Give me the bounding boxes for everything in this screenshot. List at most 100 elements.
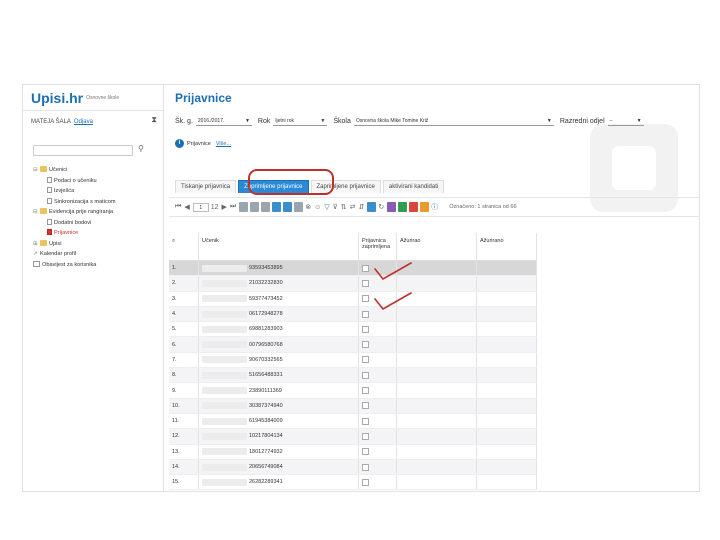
received-checkbox[interactable]	[362, 325, 369, 333]
collapse-icon[interactable]: ⧗	[151, 115, 157, 125]
sidebar-item-kalendar[interactable]: ↗ Kalendar profil	[33, 249, 168, 260]
first-page-icon[interactable]: ⏮	[175, 203, 181, 211]
app-logo[interactable]: Upisi.hr	[31, 90, 83, 106]
delete-icon[interactable]	[294, 202, 304, 212]
column-header-azurirao[interactable]: Ažurirao	[397, 233, 477, 260]
last-page-icon[interactable]: ⏭	[230, 203, 236, 211]
filter-icon[interactable]: ▽	[324, 203, 329, 211]
grid-icon[interactable]	[367, 202, 377, 212]
help-icon[interactable]: ⓘ	[431, 202, 438, 212]
pdf-export-icon[interactable]	[409, 202, 419, 212]
document-edit-icon[interactable]	[283, 202, 293, 212]
student-cell[interactable]: 59377473452	[199, 291, 359, 306]
received-checkbox[interactable]	[362, 448, 369, 456]
tab-tiskanje[interactable]: Tiskanje prijavnica	[175, 180, 237, 193]
student-cell[interactable]: 51656488331	[199, 368, 359, 383]
received-checkbox[interactable]	[362, 264, 369, 272]
received-checkbox[interactable]	[362, 279, 369, 287]
student-cell[interactable]: 21032232830	[199, 276, 359, 291]
student-cell[interactable]: 93593453895	[199, 261, 359, 276]
clear-filter-icon[interactable]: ⊽	[333, 203, 338, 211]
table-row[interactable]: 6. 00796580768	[169, 337, 537, 353]
table-row[interactable]: 4. 06172948278	[169, 306, 537, 323]
sidebar-item-obavijest[interactable]: Obavijest za korisnika	[33, 260, 168, 271]
excel-export-icon[interactable]	[398, 202, 408, 212]
student-cell[interactable]: 06172948278	[199, 306, 359, 322]
page-number-input[interactable]: 1	[192, 202, 209, 212]
received-checkbox[interactable]	[362, 310, 369, 318]
received-checkbox[interactable]	[362, 356, 369, 364]
refresh-icon[interactable]: ↻	[378, 203, 384, 211]
document-icon[interactable]	[272, 202, 282, 212]
info-more-link[interactable]: Više...	[216, 141, 231, 147]
table-row[interactable]: 8. 51656488331	[169, 368, 537, 384]
student-cell[interactable]: 23890111369	[199, 383, 359, 398]
sidebar-search-input[interactable]	[33, 145, 133, 156]
student-cell[interactable]: 30387374940	[199, 398, 359, 413]
table-row[interactable]: 11. 61945384009	[169, 413, 537, 430]
sort-icon[interactable]: ⇅	[341, 203, 347, 211]
save-all-icon[interactable]	[250, 202, 260, 212]
received-checkbox[interactable]	[362, 478, 369, 486]
sidebar-item-ucenici[interactable]: ⊟ Učenici	[33, 165, 168, 176]
sidebar-item-sinkronizacija[interactable]: Sinkronizacija s maticom	[33, 197, 168, 208]
student-cell[interactable]: 18012774932	[199, 444, 359, 459]
column-search-header[interactable]: ⌕	[169, 233, 199, 260]
student-cell[interactable]: 26282289341	[199, 475, 359, 490]
emoji-icon[interactable]: ☺	[314, 204, 321, 211]
received-checkbox[interactable]	[362, 295, 369, 303]
school-year-select[interactable]: 2016./2017. ▼	[195, 116, 252, 126]
prev-page-icon[interactable]: ◀	[184, 203, 189, 211]
student-cell[interactable]: 69881283903	[199, 322, 359, 337]
tab-aktivirani[interactable]: aktivirani kandidati	[382, 180, 445, 193]
column-header-ucenik[interactable]: Učenik	[199, 233, 359, 260]
received-checkbox[interactable]	[362, 387, 369, 395]
next-page-icon[interactable]: ▶	[222, 203, 227, 211]
print-icon[interactable]	[261, 202, 271, 212]
student-cell[interactable]: 90670332565	[199, 352, 359, 368]
term-select[interactable]: ljetni rok ▼	[273, 116, 328, 126]
expand-toggle-icon[interactable]: ⊞	[33, 239, 40, 250]
student-cell[interactable]: 10217804134	[199, 429, 359, 444]
received-checkbox[interactable]	[362, 402, 369, 410]
table-row[interactable]: 7. 90670332565	[169, 352, 537, 369]
table-row[interactable]: 9. 23890111369	[169, 383, 537, 399]
expand-toggle-icon[interactable]: ⊟	[33, 165, 40, 176]
received-checkbox[interactable]	[362, 463, 369, 471]
student-cell[interactable]: 20656749084	[199, 459, 359, 475]
table-row[interactable]: 2. 21032232830	[169, 276, 537, 292]
sort-columns-icon[interactable]: ⇵	[359, 203, 365, 211]
column-header-prijavnica[interactable]: Prijavnica zaprimljena	[359, 233, 397, 260]
table-row[interactable]: 10. 30387374940	[169, 398, 537, 414]
swap-icon[interactable]: ⇄	[350, 203, 356, 211]
table-row[interactable]: 3. 59377473452	[169, 291, 537, 307]
export-icon[interactable]	[420, 202, 430, 212]
school-select[interactable]: Osnovna škola Mike Tomine Križ ▼	[353, 116, 554, 126]
received-checkbox[interactable]	[362, 371, 369, 379]
table-row[interactable]: 15. 26282289341	[169, 475, 537, 491]
group-icon[interactable]	[387, 202, 397, 212]
table-row[interactable]: 1. 93593453895	[169, 261, 537, 277]
sidebar-item-evidencija[interactable]: ⊟ Evidencija prije rangiranja	[33, 207, 168, 218]
table-row[interactable]: 5. 69881283903	[169, 322, 537, 338]
student-cell[interactable]: 00796580768	[199, 337, 359, 352]
column-header-azurirano[interactable]: Ažurirano	[477, 233, 537, 260]
table-row[interactable]: 13. 18012774932	[169, 444, 537, 460]
expand-toggle-icon[interactable]: ⊟	[33, 207, 40, 218]
sidebar-item-dodatni-bodovi[interactable]: Dodatni bodovi	[33, 218, 168, 229]
student-cell[interactable]: 61945384009	[199, 413, 359, 429]
sidebar-item-upisi[interactable]: ⊞ Upisi	[33, 239, 168, 250]
sidebar-item-izvjesca[interactable]: Izvješća	[33, 186, 168, 197]
table-row[interactable]: 14. 20656749084	[169, 459, 537, 476]
received-checkbox[interactable]	[362, 341, 369, 349]
received-checkbox[interactable]	[362, 432, 369, 440]
class-select[interactable]: – ▼	[607, 116, 644, 126]
sidebar-item-prijavnice[interactable]: Prijavnice	[33, 228, 168, 239]
table-row[interactable]: 12. 10217804134	[169, 429, 537, 445]
logout-link[interactable]: Odjava	[74, 119, 93, 125]
save-icon[interactable]	[239, 202, 249, 212]
sidebar-item-podaci[interactable]: Podaci o učeniku	[33, 176, 168, 187]
search-icon[interactable]: ⚲	[138, 144, 144, 153]
cancel-icon[interactable]: ⊗	[305, 203, 311, 211]
received-checkbox[interactable]	[362, 417, 369, 425]
